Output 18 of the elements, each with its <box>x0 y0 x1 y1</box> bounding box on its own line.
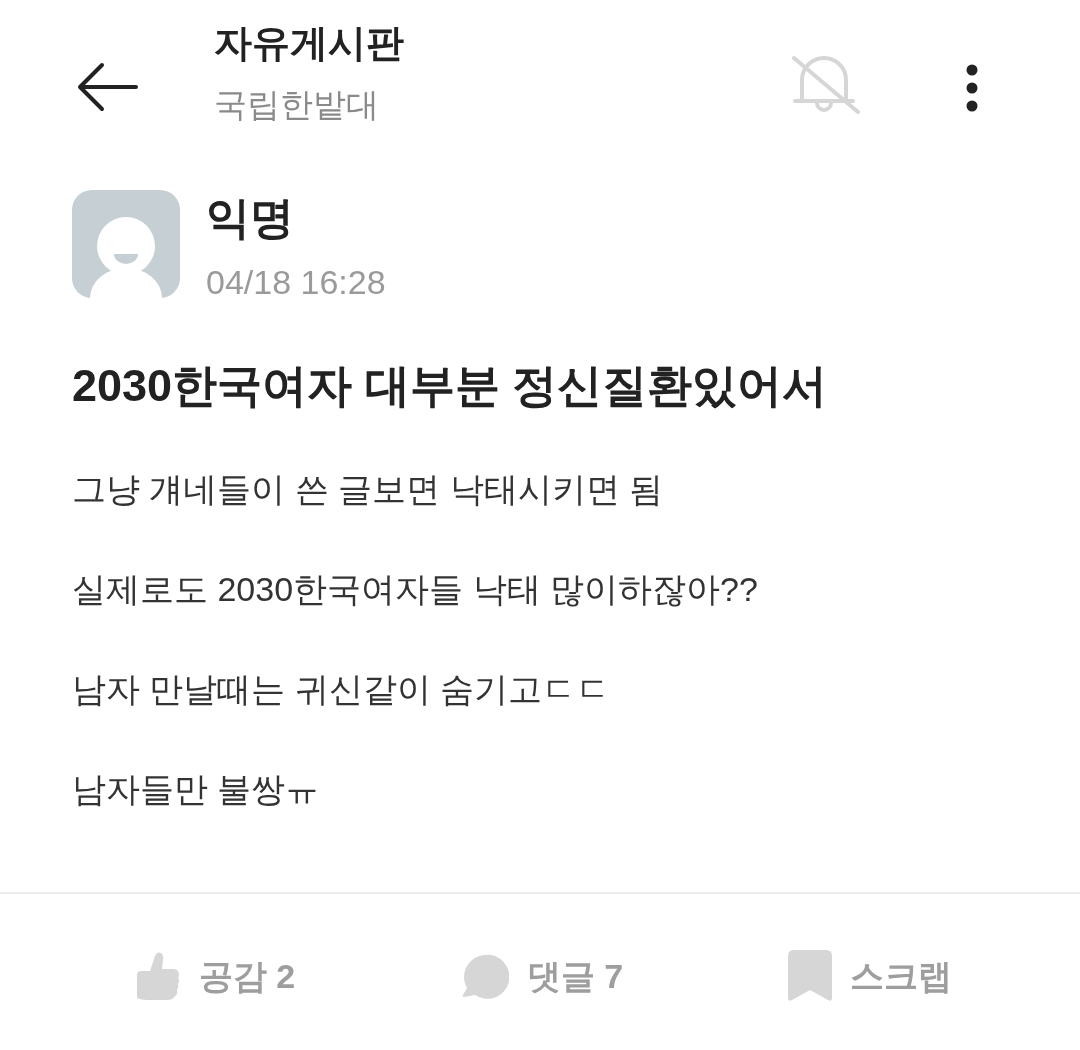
speech-bubble-icon <box>460 953 509 999</box>
post-time: 04/18 16:28 <box>206 262 386 303</box>
post-title: 2030한국여자 대부분 정신질환있어서 <box>72 359 829 413</box>
like-button[interactable]: 공감 2 <box>132 950 296 1002</box>
bookmark-icon <box>788 950 832 1002</box>
board-title: 자유게시판 <box>214 21 405 66</box>
back-button[interactable] <box>76 62 138 112</box>
more-options-icon[interactable] <box>964 64 980 112</box>
scrap-button[interactable]: 스크랩 <box>788 950 952 1002</box>
post-paragraph: 실제로도 2030한국여자들 낙태 많이하잖아?? <box>72 569 759 610</box>
post-paragraph: 남자들만 불쌍ㅠ <box>72 769 321 810</box>
avatar-icon <box>72 190 180 298</box>
comment-button[interactable]: 댓글 7 <box>460 950 624 1002</box>
post-paragraph: 남자 만날때는 귀신같이 숨기고ㄷㄷ <box>72 669 612 710</box>
author-name: 익명 <box>206 192 295 244</box>
board-subtitle: 국립한밭대 <box>214 85 380 125</box>
post-paragraph: 그냥 걔네들이 쓴 글보면 낙태시키면 됨 <box>72 469 665 510</box>
back-arrow-icon <box>76 62 138 112</box>
